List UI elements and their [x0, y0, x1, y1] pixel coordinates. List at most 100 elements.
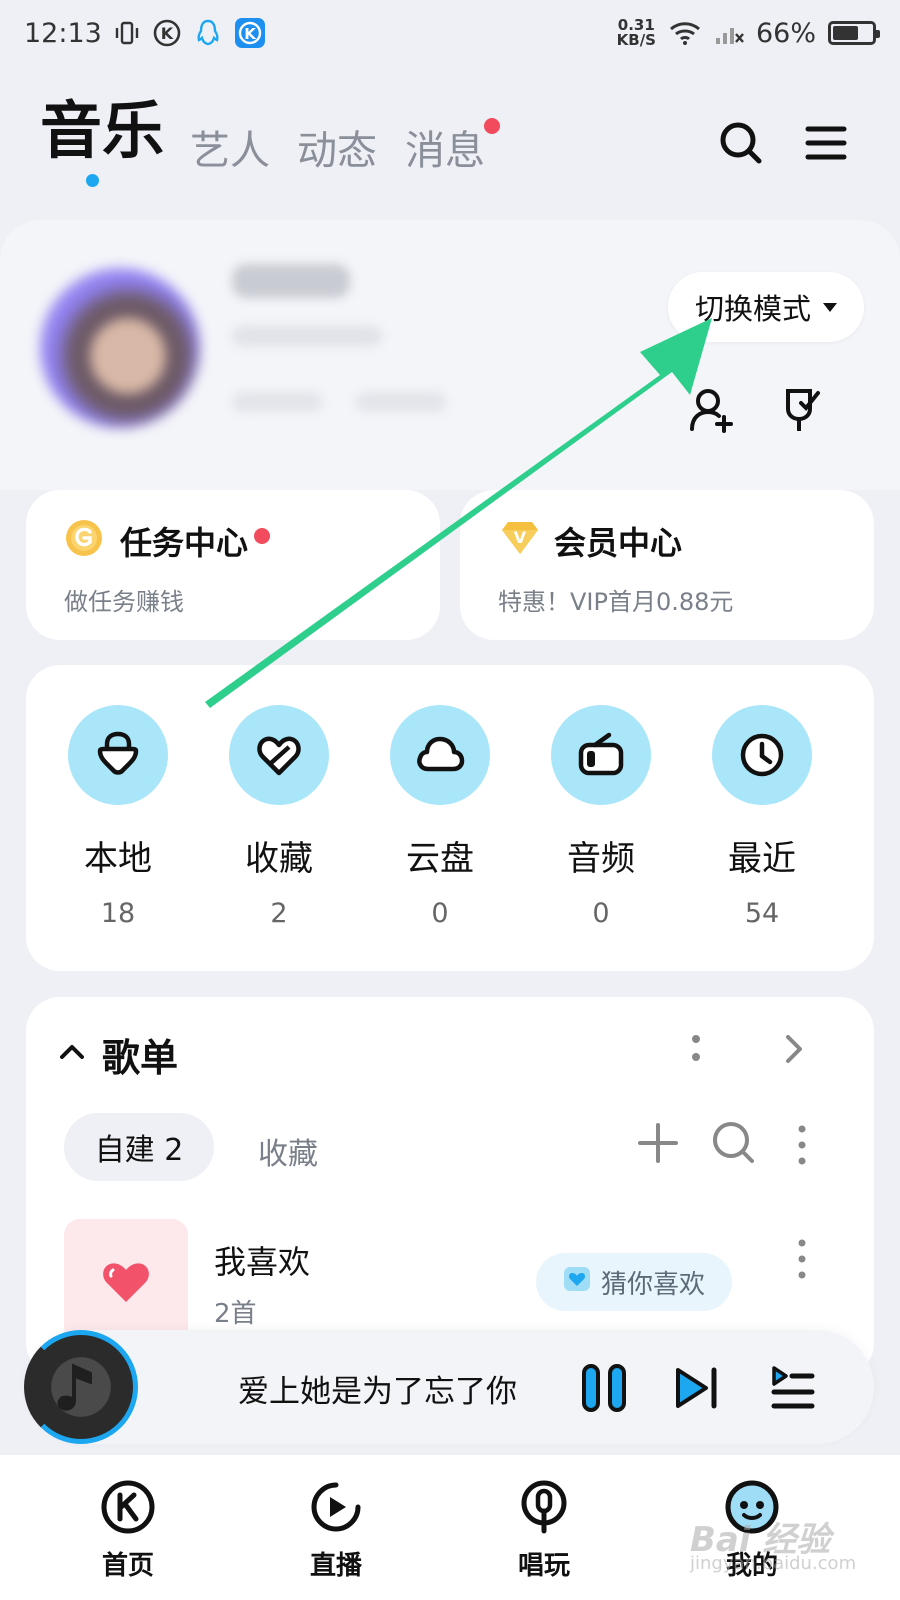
svg-text:V: V: [514, 528, 527, 547]
vibrate-icon: [114, 20, 140, 46]
local-lock-icon: [68, 705, 168, 805]
signal-off-icon: [714, 20, 744, 46]
playlist-item-name[interactable]: 我喜欢: [214, 1237, 310, 1283]
library-recent-label: 最近: [728, 839, 796, 879]
status-left: 12:13 K K: [24, 17, 266, 49]
album-disc[interactable]: [24, 1330, 138, 1444]
clock-icon: [712, 705, 812, 805]
library-local-count: 18: [100, 898, 136, 929]
more-vertical-icon[interactable]: [686, 1029, 706, 1073]
music-note-icon: [57, 1363, 92, 1411]
task-center-title: 任务中心: [120, 524, 249, 562]
kugou-status-icon: K: [152, 18, 182, 48]
library-local-label: 本地: [84, 839, 152, 879]
vip-center-card[interactable]: V 会员中心 特惠！VIP首月0.88元: [460, 490, 874, 640]
guess-heart-icon: [563, 1266, 591, 1299]
net-speed: 0.31 KB/S: [617, 18, 656, 48]
playlist-card: 歌单 自建 2 收藏 我喜欢 2首 猜你喜欢: [26, 997, 874, 1377]
watermark-url: jingyan.baidu.com: [690, 1553, 857, 1574]
battery-icon: [828, 21, 880, 45]
vip-diamond-icon: V: [498, 518, 538, 558]
bottom-nav-home[interactable]: 首页: [68, 1477, 188, 1582]
tab-music[interactable]: 音乐: [40, 80, 164, 170]
library-audio-count: 0: [592, 898, 610, 929]
vip-center-subtitle: 特惠！VIP首月0.88元: [498, 588, 734, 616]
now-playing-title: 爱上她是为了忘了你: [238, 1374, 517, 1410]
favorites-cover[interactable]: [64, 1219, 188, 1343]
guess-you-like-button[interactable]: 猜你喜欢: [536, 1253, 732, 1311]
search-icon[interactable]: [716, 118, 766, 168]
library-recent-count: 54: [744, 898, 780, 929]
active-tab-indicator: [86, 174, 99, 187]
kugou-k-icon: [101, 1480, 155, 1534]
library-audio[interactable]: 音频 0: [536, 705, 666, 929]
mic-icon: [521, 1480, 567, 1534]
tab-created-label: 自建 2: [94, 1133, 184, 1168]
add-playlist-icon[interactable]: [636, 1121, 680, 1169]
library-cloud[interactable]: 云盘 0: [375, 705, 505, 929]
avatar[interactable]: [40, 268, 200, 428]
library-local[interactable]: 本地 18: [53, 705, 183, 929]
blurred-username: [232, 264, 350, 298]
task-center-dot: [254, 528, 270, 544]
tab-created-playlists[interactable]: 自建 2: [64, 1113, 214, 1181]
blurred-stat-2: [356, 392, 446, 412]
top-nav: 音乐 艺人 动态 消息: [0, 88, 900, 188]
qq-penguin-icon: [194, 18, 222, 48]
bottom-nav-sing[interactable]: 唱玩: [484, 1477, 604, 1582]
library-cloud-label: 云盘: [406, 839, 474, 879]
battery-percent: 66%: [755, 17, 816, 49]
chevron-up-icon[interactable]: [58, 1041, 86, 1065]
status-bar: 12:13 K K 0.31 KB/S 66%: [0, 0, 900, 66]
tab-artist[interactable]: 艺人: [190, 118, 270, 176]
playlist-item-more-icon[interactable]: [792, 1237, 812, 1285]
library-favorites-count: 2: [270, 898, 288, 929]
bottom-nav-live-label: 直播: [309, 1551, 362, 1581]
next-track-icon[interactable]: [670, 1360, 726, 1416]
radio-icon: [551, 705, 651, 805]
menu-icon[interactable]: [802, 118, 852, 168]
library-recent[interactable]: 最近 54: [697, 705, 827, 929]
svg-text:K: K: [161, 24, 174, 43]
tab-messages[interactable]: 消息: [405, 118, 485, 176]
library-favorites-label: 收藏: [245, 839, 313, 879]
vip-center-title: 会员中心: [554, 524, 683, 562]
coin-g-icon: [64, 518, 104, 558]
playlist-title: 歌单: [102, 1036, 179, 1080]
heart-icon: [229, 705, 329, 805]
net-speed-unit: KB/S: [616, 31, 656, 49]
switch-mode-button[interactable]: 切换模式: [668, 272, 864, 342]
status-right: 0.31 KB/S 66%: [617, 17, 880, 49]
bottom-nav-live[interactable]: 直播: [276, 1477, 396, 1582]
tab-feed[interactable]: 动态: [297, 118, 377, 176]
red-heart-icon: [103, 1263, 149, 1302]
task-center-subtitle: 做任务赚钱: [64, 588, 184, 616]
library-favorites[interactable]: 收藏 2: [214, 705, 344, 929]
guess-you-like-label: 猜你喜欢: [600, 1269, 705, 1300]
add-friend-icon[interactable]: [686, 385, 738, 437]
cloud-icon: [390, 705, 490, 805]
switch-mode-label: 切换模式: [694, 292, 811, 326]
playlist-queue-icon[interactable]: [764, 1360, 820, 1416]
mic-check-icon[interactable]: [776, 385, 828, 437]
library-audio-label: 音频: [567, 839, 635, 879]
wifi-icon: [668, 20, 702, 46]
playlist-more-icon[interactable]: [792, 1123, 812, 1171]
playlist-item-count: 2首: [214, 1299, 257, 1329]
bottom-nav-sing-label: 唱玩: [517, 1551, 570, 1581]
chevron-right-icon[interactable]: [782, 1031, 806, 1071]
tab-collected-playlists[interactable]: 收藏: [258, 1129, 318, 1173]
status-time: 12:13: [24, 17, 102, 49]
blurred-info: [232, 326, 382, 346]
battery-fill: [833, 26, 858, 40]
live-play-icon: [311, 1482, 361, 1532]
task-center-card[interactable]: 任务中心 做任务赚钱: [26, 490, 440, 640]
messages-unread-dot: [484, 118, 500, 134]
kugou-app-badge-icon: K: [234, 17, 266, 49]
library-cloud-count: 0: [431, 898, 449, 929]
dropdown-triangle-icon: [823, 302, 837, 312]
playlist-search-icon[interactable]: [710, 1119, 756, 1169]
bottom-nav-home-label: 首页: [101, 1551, 154, 1581]
blurred-stat-1: [232, 392, 322, 412]
pause-icon[interactable]: [576, 1360, 632, 1416]
